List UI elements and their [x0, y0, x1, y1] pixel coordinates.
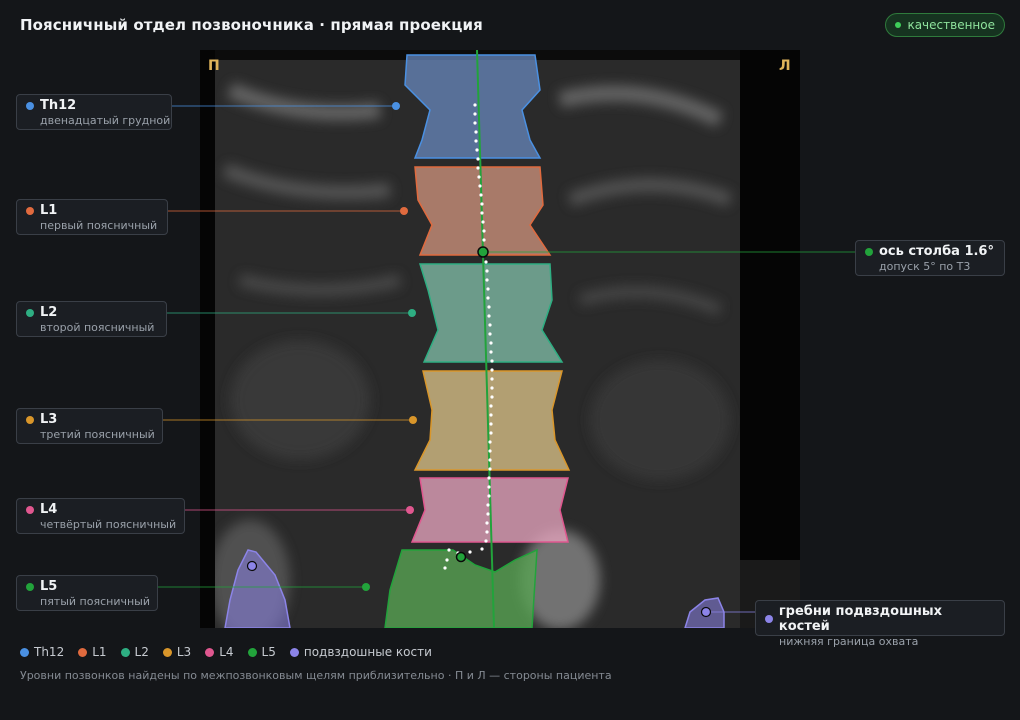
label-description: первый поясничный [40, 219, 158, 232]
label-description: третий поясничный [40, 428, 155, 441]
legend-item-l4: L4 [205, 645, 234, 659]
label-name: L4 [40, 502, 58, 517]
label-l1[interactable]: L1 первый поясничный [16, 199, 168, 235]
marker-l2 [408, 309, 416, 317]
label-name: гребни подвздошных костей [778, 604, 943, 634]
label-name: L1 [40, 203, 58, 218]
label-th12[interactable]: Th12 двенадцатый грудной [16, 94, 172, 130]
label-name: L3 [40, 412, 58, 427]
footnote: Уровни позвонков найдены по межпозвонков… [20, 669, 612, 682]
label-description: четвёртый поясничный [40, 518, 177, 531]
legend-label: L5 [261, 645, 276, 659]
legend: Th12 L1 L2 L3 L4 L5 подвздошные кости [20, 645, 432, 659]
marker-l3 [409, 416, 417, 424]
label-description: допуск 5° по Т3 [879, 260, 971, 273]
legend-dot [289, 647, 299, 657]
marker-l4 [406, 506, 414, 514]
legend-label: L3 [176, 645, 192, 659]
label-l4[interactable]: L4 четвёртый поясничный [16, 498, 185, 534]
marker-th12 [392, 102, 400, 110]
legend-label: L2 [134, 645, 149, 659]
legend-label: L1 [92, 645, 107, 659]
label-axis[interactable]: ось столба 1.6° допуск 5° по Т3 [855, 240, 1005, 276]
label-l5[interactable]: L5 пятый поясничный [16, 575, 158, 611]
label-description: нижняя граница охвата [779, 635, 919, 648]
legend-item-th12: Th12 [20, 645, 64, 659]
legend-item-iliac: подвздошные кости [289, 645, 432, 659]
label-iliac[interactable]: гребни подвздошных костей нижняя граница… [755, 600, 1005, 648]
legend-dot [247, 647, 257, 657]
l5-dot [26, 582, 34, 591]
marker-iliac-left [246, 560, 258, 572]
l2-dot [26, 308, 34, 317]
legend-item-l2: L2 [120, 645, 149, 659]
vertebra-l3 [413, 370, 571, 471]
iliac-dot [765, 615, 773, 623]
legend-dot [120, 647, 130, 657]
th12-dot [26, 101, 34, 110]
label-name: L2 [40, 305, 58, 320]
legend-label: L4 [219, 645, 234, 659]
label-name: Th12 [40, 98, 77, 113]
l3-dot [26, 415, 34, 424]
legend-item-l1: L1 [78, 645, 107, 659]
l4-dot [26, 505, 34, 514]
side-marker-right: П [208, 58, 220, 74]
legend-item-l5: L5 [247, 645, 276, 659]
vertebra-l2 [418, 263, 564, 363]
marker-l5 [362, 583, 370, 591]
label-description: пятый поясничный [40, 595, 150, 608]
label-name: L5 [40, 579, 58, 594]
legend-dot [162, 647, 172, 657]
marker-axis [477, 246, 489, 258]
l1-dot [26, 206, 34, 215]
label-name: ось столба 1.6° [879, 244, 994, 259]
side-marker-left: Л [779, 58, 791, 74]
legend-item-l3: L3 [162, 645, 192, 659]
label-l3[interactable]: L3 третий поясничный [16, 408, 163, 444]
label-l2[interactable]: L2 второй поясничный [16, 301, 167, 337]
marker-l1 [400, 207, 408, 215]
legend-dot [205, 647, 215, 657]
legend-label: подвздошные кости [303, 645, 432, 659]
label-description: двенадцатый грудной [40, 114, 171, 127]
marker-l5-center [455, 551, 467, 563]
label-description: второй поясничный [40, 321, 155, 334]
legend-dot [78, 647, 88, 657]
legend-dot [20, 647, 29, 657]
marker-iliac-right [700, 606, 712, 618]
legend-label: Th12 [34, 645, 65, 659]
axis-dot [865, 247, 873, 256]
